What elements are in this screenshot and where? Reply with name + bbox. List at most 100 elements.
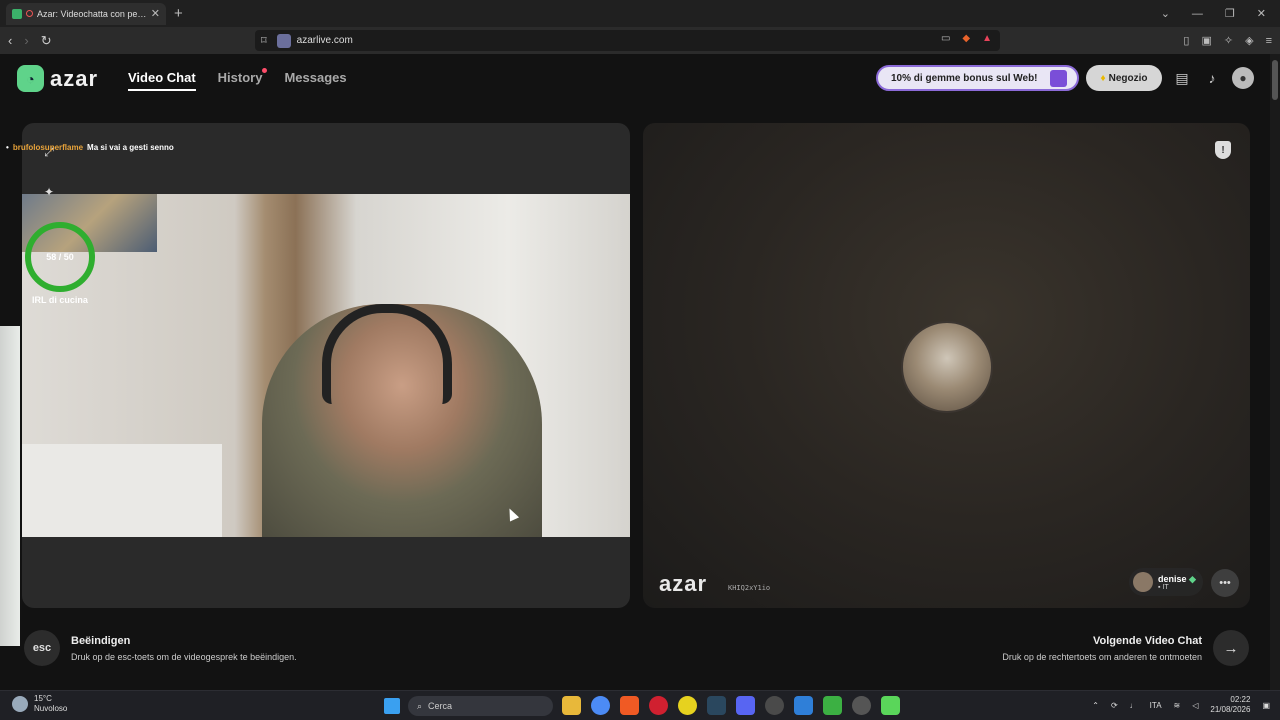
promo-text: 10% di gemme bonus sul Web! [891, 72, 1038, 84]
windows-start-icon[interactable] [384, 698, 400, 714]
gem-promo-banner[interactable]: 10% di gemme bonus sul Web! [876, 65, 1079, 91]
sync-icon[interactable]: ⟳ [1111, 701, 1118, 710]
chat-bubble-button[interactable]: ••• [1211, 569, 1239, 597]
next-description: Druk op de rechtertoets om anderen te on… [1002, 652, 1202, 662]
file-explorer-icon[interactable] [562, 696, 581, 715]
partner-profile-chip[interactable]: denise ◆ ▪ IT [1129, 568, 1203, 596]
shop-button[interactable]: ♦ Negozio [1086, 65, 1162, 91]
wallet-icon[interactable]: ▣ [1201, 34, 1211, 47]
system-tray: ⌃ ⟳ ♩ ITA ≋ ◁ 02:22 21/08/2026 ▣ [1092, 695, 1270, 715]
azar-logo[interactable]: ◔ azar [17, 65, 98, 92]
azar-favicon-icon [12, 8, 22, 19]
brave-rewards-icon[interactable]: ▲ [982, 33, 992, 44]
bell-icon[interactable]: ♪ [1202, 68, 1222, 88]
browser-tab-bar: Azar: Videochatta con persone ✕ + ⌄ — ❐ … [0, 0, 1280, 27]
window-controls: ⌄ — ❐ ✕ [1161, 0, 1280, 27]
gift-icon [1050, 70, 1067, 87]
minimize-button[interactable]: — [1192, 8, 1203, 20]
end-description: Druk op de esc-toets om de videogesprek … [71, 652, 297, 662]
address-bar[interactable]: ⌑ azarlive.com ▭ ◆ ▲ [255, 30, 1000, 51]
bookmark-icon[interactable]: ⌑ [261, 34, 267, 47]
opera-icon[interactable] [649, 696, 668, 715]
partner-info: denise ◆ ▪ IT [1158, 574, 1196, 591]
profile-avatar-icon[interactable]: ● [1232, 67, 1254, 89]
weather-widget[interactable]: 15°C Nuvoloso [12, 694, 67, 714]
sidebar-icon[interactable]: ▯ [1183, 34, 1189, 47]
partner-country: IT [1162, 583, 1169, 591]
language-indicator[interactable]: ITA [1150, 701, 1162, 710]
volume-icon[interactable]: ◁ [1192, 701, 1198, 710]
discord-icon[interactable] [736, 696, 755, 715]
nav-history[interactable]: History [218, 68, 268, 91]
github-icon[interactable] [765, 696, 784, 715]
maximize-button[interactable]: ❐ [1225, 7, 1235, 20]
search-icon: ⌕ [417, 700, 423, 711]
scrollbar-thumb[interactable] [1272, 60, 1278, 100]
inbox-icon[interactable]: ▤ [1172, 68, 1192, 88]
search-placeholder: Cerca [428, 701, 453, 711]
close-window-button[interactable]: ✕ [1257, 7, 1266, 20]
brave-shield-icon[interactable]: ◆ [962, 33, 970, 44]
yellow-app-icon[interactable] [678, 696, 697, 715]
self-camera-feed [22, 194, 630, 537]
stream-app-icon[interactable] [881, 696, 900, 715]
clock[interactable]: 02:22 21/08/2026 [1210, 695, 1250, 715]
magic-filter-icon[interactable]: ✦ [36, 179, 62, 205]
session-id: KHIQ2xY1io [728, 584, 771, 592]
cast-icon[interactable]: ▭ [941, 33, 950, 44]
tray-expand-icon[interactable]: ⌃ [1092, 701, 1099, 710]
browser-toolbar: ‹ › ↻ ⌑ azarlive.com ▭ ◆ ▲ ▯ ▣ ✧ ◈ ≡ [0, 27, 1280, 54]
vpn-icon[interactable]: ◈ [1245, 34, 1253, 47]
new-tab-button[interactable]: + [174, 5, 183, 22]
tab-search-icon[interactable]: ⌄ [1161, 7, 1170, 20]
clock-time: 02:22 [1230, 695, 1251, 704]
chat-message: Ma si vai a gesti senno [87, 143, 174, 152]
menu-icon[interactable]: ≡ [1266, 35, 1272, 47]
partner-avatar [1133, 572, 1153, 592]
goal-progress-text: 58 / 50 [46, 252, 74, 262]
nav-buttons: ‹ › ↻ [8, 27, 52, 54]
temperature: 15°C [34, 694, 52, 703]
obs-icon[interactable] [852, 696, 871, 715]
media-play-icon[interactable] [823, 696, 842, 715]
close-tab-icon[interactable]: ✕ [151, 7, 160, 20]
weather-condition: Nuvoloso [34, 704, 68, 713]
report-shield-icon[interactable]: ! [1215, 141, 1231, 159]
site-info-icon[interactable] [276, 33, 291, 48]
partner-preview-bubble[interactable] [901, 321, 993, 413]
nav-messages[interactable]: Messages [284, 70, 346, 91]
tab-title: Azar: Videochatta con persone [37, 8, 147, 19]
background-window-sliver [0, 326, 20, 646]
wifi-icon[interactable]: ≋ [1174, 701, 1181, 710]
url-text[interactable]: azarlive.com [297, 35, 353, 46]
mic-icon[interactable]: ♩ [1130, 701, 1138, 710]
forward-icon[interactable]: › [24, 33, 28, 48]
end-title: Beëindigen [71, 635, 131, 647]
recording-icon [26, 10, 33, 17]
cloudy-weather-icon [12, 696, 28, 712]
leo-ai-icon[interactable]: ✧ [1224, 34, 1233, 47]
taskbar-search[interactable]: ⌕ Cerca [408, 696, 553, 716]
reload-icon[interactable]: ↻ [41, 33, 52, 49]
taskbar-apps [562, 696, 900, 715]
verified-icon: ◆ [1189, 573, 1196, 584]
end-call-button[interactable]: esc [24, 630, 60, 666]
mail-icon[interactable] [794, 696, 813, 715]
chrome-icon[interactable] [591, 696, 610, 715]
azar-watermark: azar [659, 571, 708, 596]
goal-label: IRL di cucina [32, 295, 88, 305]
azar-logo-text: azar [50, 65, 99, 91]
self-video-panel [22, 123, 630, 608]
back-icon[interactable]: ‹ [8, 33, 12, 48]
browser-tab[interactable]: Azar: Videochatta con persone ✕ [6, 2, 166, 25]
page-scrollbar[interactable] [1270, 54, 1280, 690]
header-icons: ▤ ♪ ● [1172, 67, 1254, 89]
arrow-right-icon: → [1223, 639, 1239, 657]
notifications-icon[interactable]: ▣ [1262, 701, 1270, 710]
steam-icon[interactable] [707, 696, 726, 715]
windows-taskbar: 15°C Nuvoloso ⌕ Cerca ⌃ ⟳ ♩ ITA ≋ ◁ 02:22… [0, 690, 1280, 720]
brave-icon[interactable] [620, 696, 639, 715]
clock-date: 21/08/2026 [1210, 705, 1251, 714]
next-chat-button[interactable]: → [1213, 630, 1249, 666]
nav-video-chat[interactable]: Video Chat [128, 70, 196, 91]
